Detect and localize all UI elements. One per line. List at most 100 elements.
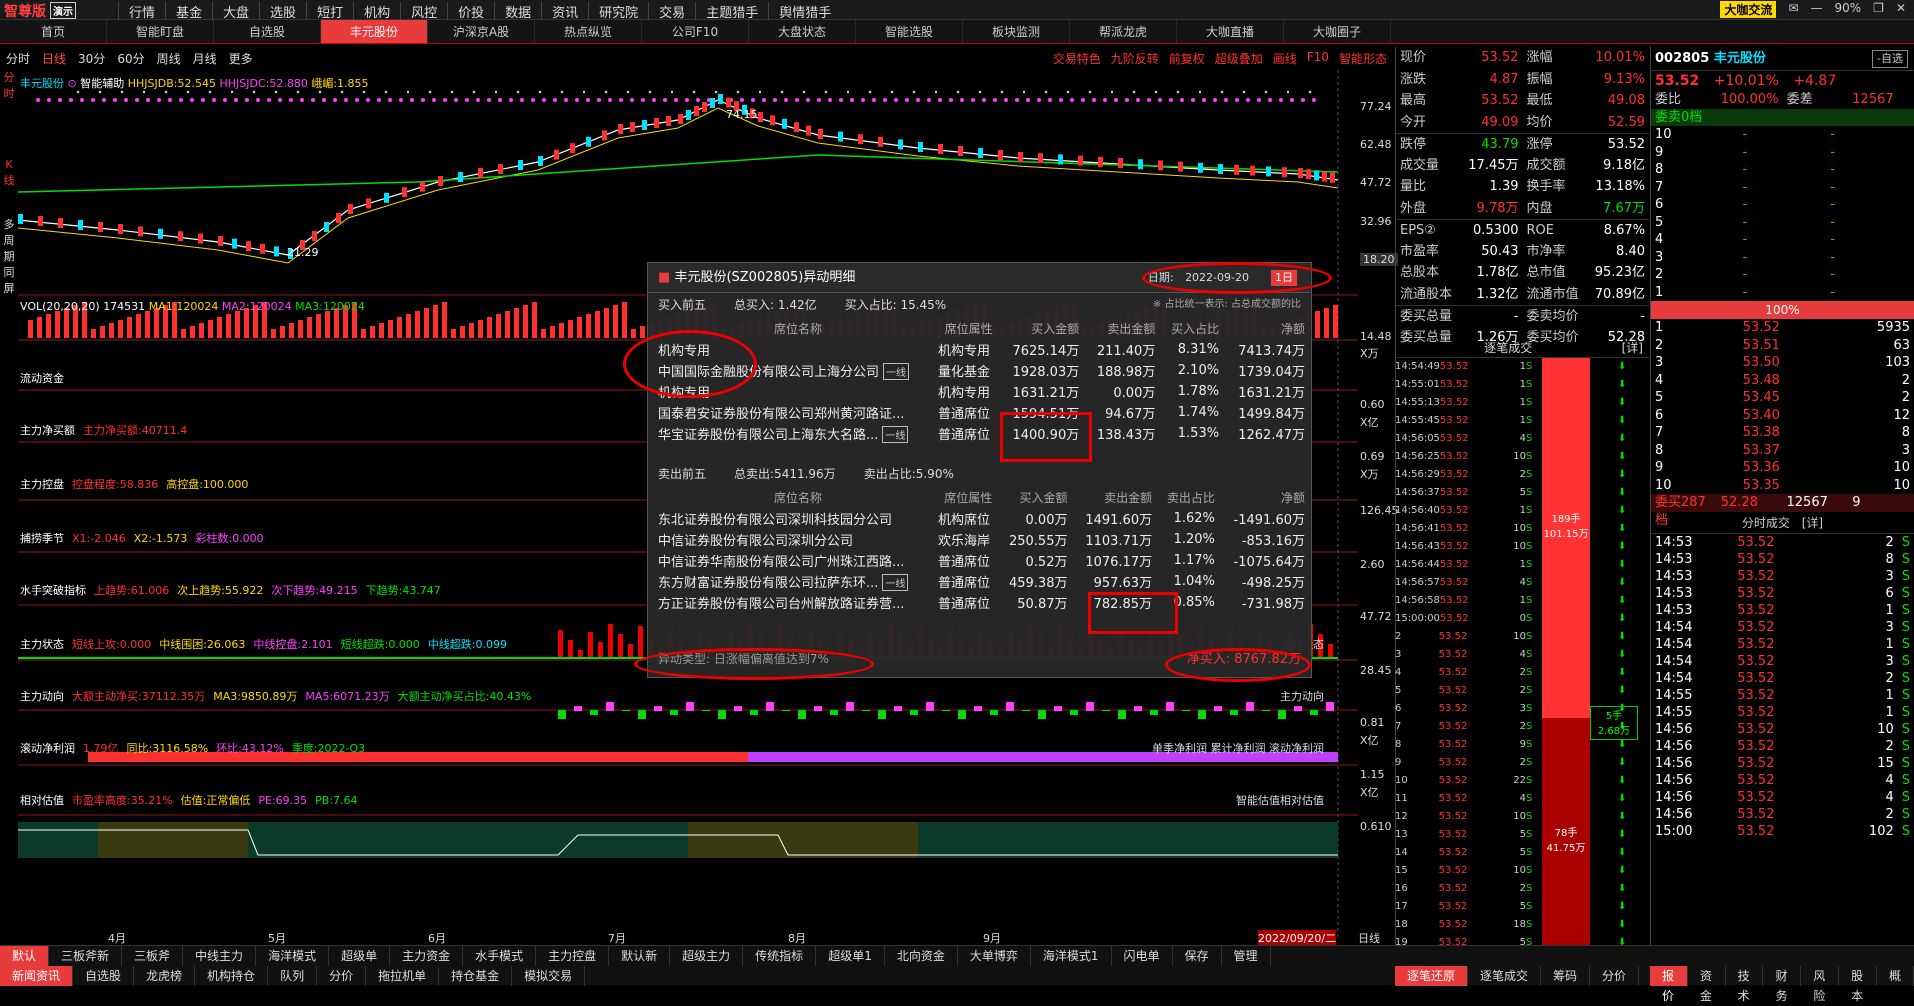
bottom-tab[interactable]: 超级主力 bbox=[670, 946, 744, 966]
bottom-tab[interactable]: 龙虎榜 bbox=[134, 966, 196, 986]
table-row[interactable]: 东方财富证券股份有限公司拉萨东环... 一线 普通席位 459.38万 957.63万 1… bbox=[648, 571, 1311, 592]
bottom-tab[interactable]: 逐笔成交 bbox=[1468, 966, 1542, 986]
tab-8[interactable]: 智能选股 bbox=[856, 20, 963, 43]
menu-item[interactable]: 大盘 bbox=[212, 2, 259, 21]
tab-0[interactable]: 首页 bbox=[0, 20, 107, 43]
bottom-tab[interactable]: 默认新 bbox=[609, 946, 671, 966]
menu-item[interactable]: 主题猎手 bbox=[695, 2, 768, 21]
bottom-tab[interactable]: 模拟交易 bbox=[512, 966, 586, 986]
table-row[interactable]: 机构专用 机构专用 1631.21万 0.00万 1.78% 1631.21万 bbox=[648, 381, 1311, 402]
bottom-tab[interactable]: 财务 bbox=[1763, 966, 1802, 1003]
bottom-tab[interactable]: 超级单 bbox=[329, 946, 391, 966]
bottom-tab[interactable]: 队列 bbox=[268, 966, 318, 986]
toolbar-period[interactable]: 月线 bbox=[187, 52, 223, 66]
menu-item[interactable]: 舆情猎手 bbox=[768, 2, 841, 21]
add-watch-button[interactable]: -自选 bbox=[1872, 50, 1908, 68]
bottom-tab[interactable]: 新闻资讯 bbox=[0, 966, 74, 986]
bottom-tab[interactable]: 三板斧 bbox=[122, 946, 184, 966]
bottom-tab[interactable]: 持仓基金 bbox=[439, 966, 513, 986]
menu-item[interactable]: 选股 bbox=[259, 2, 306, 21]
toolbar-tool[interactable]: F10 bbox=[1307, 50, 1329, 67]
menu-item[interactable]: 研究院 bbox=[588, 2, 648, 21]
bottom-tab[interactable]: 拖拉机单 bbox=[366, 966, 440, 986]
bottom-tab[interactable]: 风险 bbox=[1801, 966, 1840, 1003]
tab-10[interactable]: 帮派龙虎 bbox=[1070, 20, 1177, 43]
mail-icon[interactable]: ✉ bbox=[1788, 1, 1798, 18]
toolbar-tool[interactable]: 前复权 bbox=[1169, 50, 1205, 67]
bottom-tab[interactable]: 分价 bbox=[317, 966, 367, 986]
toolbar-tool[interactable]: 画线 bbox=[1273, 50, 1297, 67]
table-row[interactable]: 东北证券股份有限公司深圳科技园分公司 机构席位 0.00万 1491.60万 1.62%… bbox=[648, 508, 1311, 529]
bottom-tab[interactable]: 机构持仓 bbox=[195, 966, 269, 986]
bottom-tab[interactable]: 中线主力 bbox=[183, 946, 257, 966]
table-row[interactable]: 国泰君安证券股份有限公司郑州黄河路证... 普通席位 1594.51万 94.67万 1… bbox=[648, 402, 1311, 423]
zoom-level[interactable]: 90% bbox=[1835, 1, 1862, 18]
bottom-tab[interactable]: 管理 bbox=[1222, 946, 1271, 966]
bottom-tab[interactable]: 筹码 bbox=[1541, 966, 1591, 986]
bottom-tab[interactable]: 分价 bbox=[1590, 966, 1640, 986]
table-row[interactable]: 中信证券华南股份有限公司广州珠江西路... 普通席位 0.52万 1076.17万 1.… bbox=[648, 550, 1311, 571]
bottom-tab[interactable]: 闪电单 bbox=[1112, 946, 1173, 966]
close-icon[interactable]: ✕ bbox=[1896, 1, 1906, 18]
bottom-tab[interactable]: 海洋模式1 bbox=[1031, 946, 1112, 966]
toolbar-period[interactable]: 更多 bbox=[223, 52, 259, 66]
tab-5[interactable]: 热点纵览 bbox=[535, 20, 642, 43]
toolbar-period[interactable]: 日线 bbox=[36, 52, 72, 66]
bottom-tab[interactable]: 传统指标 bbox=[743, 946, 817, 966]
bottom-tab[interactable]: 自选股 bbox=[73, 966, 135, 986]
bottom-tab[interactable]: 主力资金 bbox=[390, 946, 464, 966]
bottom-tab[interactable]: 超级单1 bbox=[816, 946, 885, 966]
deals-detail-link[interactable]: [详] bbox=[1622, 338, 1643, 358]
toolbar-tool[interactable]: 交易特色 bbox=[1053, 50, 1101, 67]
bottom-tab[interactable]: 主力控盘 bbox=[536, 946, 610, 966]
menu-item[interactable]: 交易 bbox=[648, 2, 695, 21]
tab-11[interactable]: 大咖直播 bbox=[1177, 20, 1284, 43]
tab-1[interactable]: 智能盯盘 bbox=[107, 20, 214, 43]
community-button[interactable]: 大咖交流 bbox=[1720, 1, 1777, 18]
toolbar-tool[interactable]: 智能形态 bbox=[1339, 50, 1387, 67]
ticks-detail-link[interactable]: [详] bbox=[1802, 516, 1823, 530]
menu-item[interactable]: 机构 bbox=[353, 2, 400, 21]
volume-bar bbox=[577, 317, 582, 338]
bottom-tab[interactable]: 北向资金 bbox=[885, 946, 958, 966]
tab-7[interactable]: 大盘状态 bbox=[749, 20, 856, 43]
menu-item[interactable]: 资讯 bbox=[541, 2, 588, 21]
bottom-tab[interactable]: 三板斧新 bbox=[49, 946, 123, 966]
tab-9[interactable]: 板块监测 bbox=[963, 20, 1070, 43]
restore-icon[interactable]: ❐ bbox=[1873, 1, 1884, 18]
tab-3[interactable]: 丰元股份 bbox=[321, 20, 428, 43]
bottom-tab[interactable]: 逐笔还原 bbox=[1395, 966, 1469, 986]
bottom-tab[interactable]: 技术 bbox=[1726, 966, 1764, 1003]
menu-item[interactable]: 风控 bbox=[400, 2, 447, 21]
bottom-tab[interactable]: 默认 bbox=[0, 946, 50, 966]
table-row[interactable]: 中信证券股份有限公司深圳分公司 欢乐海岸 250.55万 1103.71万 1.20% -… bbox=[648, 529, 1311, 550]
bottom-tab[interactable]: 水手模式 bbox=[463, 946, 537, 966]
toolbar-period[interactable]: 60分 bbox=[111, 52, 150, 66]
marker-dot bbox=[641, 98, 645, 102]
quote-value: 53.52 bbox=[1481, 93, 1519, 108]
tab-12[interactable]: 大咖圈子 bbox=[1284, 20, 1391, 43]
bottom-tab[interactable]: 股本 bbox=[1839, 966, 1877, 1003]
menu-item[interactable]: 基金 bbox=[165, 2, 212, 21]
bottom-tab[interactable]: 资金 bbox=[1688, 966, 1726, 1003]
menu-item[interactable]: 数据 bbox=[494, 2, 541, 21]
minimize-icon[interactable]: — bbox=[1811, 1, 1823, 18]
menu-item[interactable]: 价投 bbox=[447, 2, 494, 21]
table-row[interactable]: 方正证券股份有限公司台州解放路证券营... 普通席位 50.87万 782.85万 0.… bbox=[648, 592, 1311, 613]
toolbar-tool[interactable]: 超级叠加 bbox=[1215, 50, 1263, 67]
toolbar-tool[interactable]: 九阶反转 bbox=[1111, 50, 1159, 67]
table-row[interactable]: 华宝证券股份有限公司上海东大名路... 一线 普通席位 1400.90万 138.43万… bbox=[648, 423, 1311, 444]
bottom-tab[interactable]: 保存 bbox=[1173, 946, 1222, 966]
toolbar-period[interactable]: 周线 bbox=[151, 52, 187, 66]
bottom-tab[interactable]: 概 bbox=[1877, 966, 1914, 986]
bottom-tab[interactable]: 海洋模式 bbox=[256, 946, 330, 966]
tab-2[interactable]: 自选股 bbox=[214, 20, 321, 43]
bottom-tab[interactable]: 报价 bbox=[1650, 966, 1688, 1003]
tab-4[interactable]: 沪深京A股 bbox=[428, 20, 535, 43]
menu-item[interactable]: 行情 bbox=[118, 2, 165, 21]
tab-6[interactable]: 公司F10 bbox=[642, 20, 749, 43]
bottom-tab[interactable]: 大单博弈 bbox=[958, 946, 1031, 966]
toolbar-period[interactable]: 分时 bbox=[0, 52, 36, 66]
toolbar-period[interactable]: 30分 bbox=[72, 52, 111, 66]
menu-item[interactable]: 短打 bbox=[306, 2, 353, 21]
